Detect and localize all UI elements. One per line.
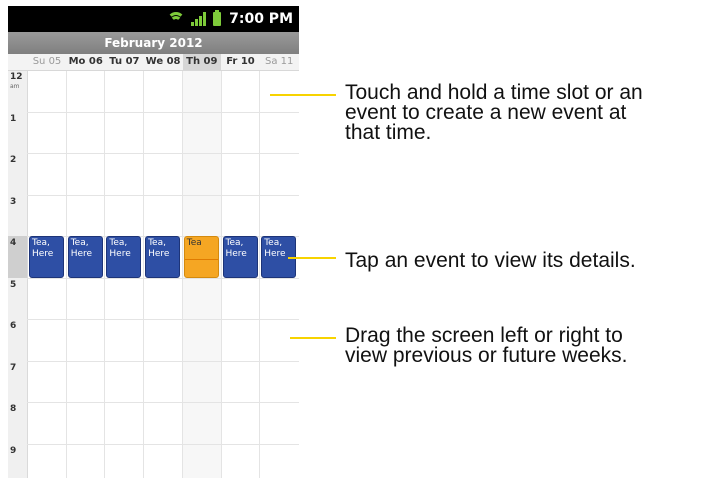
event-block[interactable]: Tea, Here [106, 236, 142, 278]
event-block[interactable]: Tea, Here [29, 236, 64, 278]
hour-label: 7 [10, 362, 17, 373]
day-header-6: Sa 11 [264, 56, 294, 67]
hour-divider [27, 319, 299, 320]
callout-pointer-line [290, 337, 336, 339]
hour-number: 8 [10, 404, 17, 414]
hour-label: 8 [10, 405, 16, 414]
hour-label: 6 [10, 322, 16, 331]
callout-text: Touch and hold a time slot or an event t… [345, 81, 643, 144]
hour-divider [27, 360, 299, 362]
hour-label: 9 [10, 445, 17, 456]
hour-label: 3 [10, 196, 17, 207]
hour-number: 2 [10, 155, 17, 165]
hour-label: 12 am [10, 73, 23, 91]
signal-icon [191, 12, 207, 26]
day-header-2: Tu 07 [109, 56, 140, 67]
hour-number: 12 [10, 72, 23, 82]
hour-number: 3 [10, 196, 17, 207]
status-bar: 7:00 PM [8, 6, 299, 32]
event-block[interactable]: Tea, Here [145, 236, 181, 278]
event-block[interactable]: Tea [183, 236, 219, 278]
hour-number: 7 [10, 362, 17, 373]
week-day-header: Su 05 Mo 06 Tu 07 We 08 Th 09 Fr 10 Sa 11 [8, 54, 299, 71]
column-divider [143, 71, 145, 478]
column-divider [259, 71, 261, 478]
column-divider [65, 71, 67, 478]
hour-divider [27, 402, 299, 403]
day-header-4: Th 09 [182, 54, 221, 70]
battery-icon [213, 10, 221, 26]
hour-divider [27, 443, 299, 445]
day-header-3: We 08 [145, 56, 181, 67]
hour-divider [27, 111, 299, 113]
event-block[interactable]: Tea, Here [222, 236, 258, 278]
day-header-5: Fr 10 [226, 56, 255, 67]
column-divider [181, 71, 183, 478]
column-divider [220, 71, 222, 478]
month-title[interactable]: February 2012 [8, 32, 299, 54]
week-grid[interactable]: 12 am 1 2 3 4 5 6 7 8 9 Tea, Here Tea, Here Tea, Here… [8, 71, 299, 478]
callout-pointer-line [270, 94, 336, 96]
callout-text: Tap an event to view its details. [345, 249, 636, 272]
event-block[interactable]: Tea, Here [67, 236, 103, 278]
callout-pointer-line [288, 257, 336, 259]
hour-number: 6 [10, 321, 17, 331]
calendar-screen: 7:00 PM February 2012 Su 05 Mo 06 Tu 07 We … [8, 6, 299, 478]
hour-number: 4 [10, 238, 17, 248]
day-header-0: Su 05 [32, 56, 62, 67]
hour-label: 5 [10, 279, 17, 290]
hour-label: 2 [10, 156, 16, 165]
hour-number: 5 [10, 279, 17, 290]
hour-number: 1 [10, 113, 17, 124]
hour-divider [27, 194, 299, 196]
callout-text: Drag the screen left or right to view pr… [345, 324, 628, 367]
wifi-icon [167, 12, 185, 26]
day-header-1: Mo 06 [68, 56, 103, 67]
hour-divider [27, 153, 299, 154]
hour-meridiem: am [10, 83, 20, 90]
hour-number: 9 [10, 445, 17, 456]
status-time: 7:00 PM [229, 11, 293, 27]
hour-label: 4 [10, 239, 16, 248]
column-divider [104, 71, 106, 478]
hour-label: 1 [10, 113, 17, 124]
